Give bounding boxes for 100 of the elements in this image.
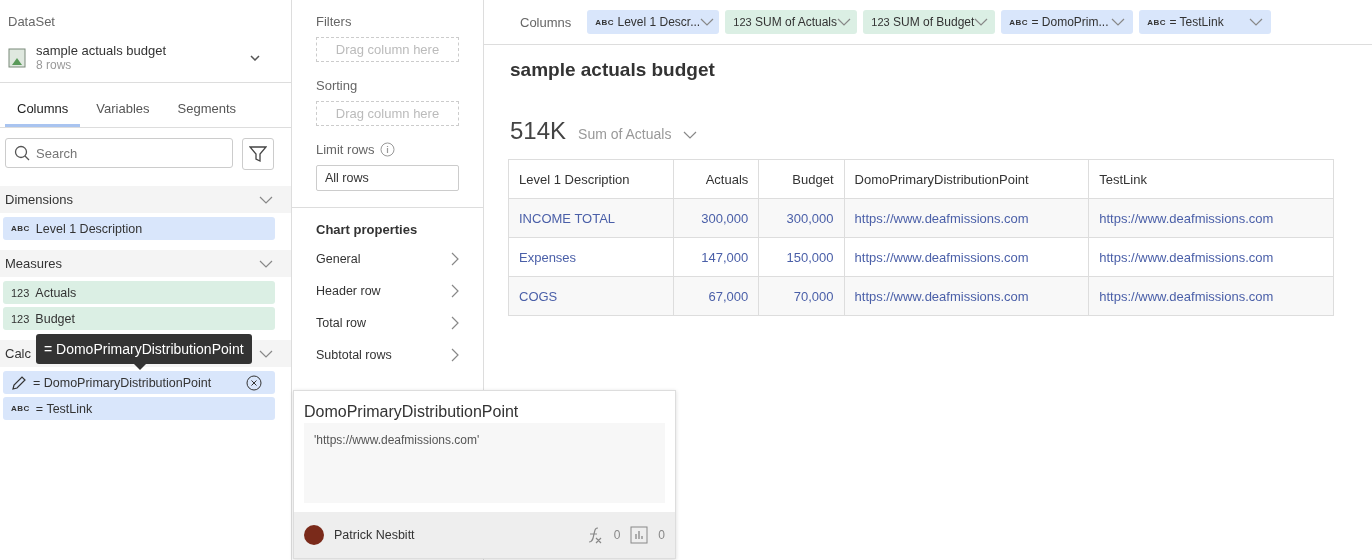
section-label: DataSet (8, 14, 56, 29)
table-cell: COGS (508, 276, 674, 316)
dataset-name: sample actuals budget (36, 43, 168, 58)
columns-label: Columns (520, 14, 572, 30)
tooltip: = DomoPrimaryDistributionPoint (36, 334, 252, 370)
card-count: 0 (658, 528, 665, 542)
column-chip[interactable]: 123 SUM of Budget (863, 10, 996, 34)
type-label: ABC (11, 404, 30, 413)
column-chip[interactable]: ABC = DomoPrim... (1001, 10, 1134, 34)
chevron-icon (451, 348, 459, 362)
property-item[interactable]: Total row (316, 307, 459, 339)
type-label: ABC (595, 17, 615, 27)
table-cell: https://www.deafmissions.com (844, 198, 1089, 238)
limit-rows-label: Limit rows (316, 142, 375, 157)
field-item[interactable]: 123 Actuals (3, 281, 275, 304)
dataset-icon (8, 47, 26, 68)
pencil-icon[interactable] (11, 374, 27, 391)
table-cell: 67,000 (673, 276, 759, 316)
section-title: Calc (5, 346, 31, 361)
field-label: Level 1 Description (35, 221, 143, 236)
field-label: = DomoPrimaryDistributionPoint (33, 375, 212, 390)
column-header[interactable]: TestLink (1088, 159, 1334, 199)
column-header[interactable]: Budget (758, 159, 845, 199)
formula-count: 0 (613, 528, 621, 542)
author-name: Patrick Nesbitt (334, 528, 416, 542)
column-chip[interactable]: ABC = TestLink (1139, 10, 1272, 34)
chart-icon (630, 526, 649, 544)
field-item[interactable]: = DomoPrimaryDistributionPoint (3, 371, 275, 394)
chevron-icon[interactable] (974, 18, 989, 26)
table-cell: Expenses (508, 237, 674, 277)
chip-label: SUM of Budget (893, 15, 975, 29)
chevron-icon[interactable] (259, 195, 273, 204)
avatar (304, 525, 324, 545)
section-title: Measures (5, 256, 63, 271)
type-label: 123 (11, 286, 30, 299)
type-label: 123 (871, 16, 890, 28)
table-cell: https://www.deafmissions.com (1088, 276, 1334, 316)
column-header[interactable]: DomoPrimaryDistributionPoint (844, 159, 1089, 199)
table-cell: 150,000 (758, 237, 845, 277)
chevron-icon[interactable] (837, 18, 852, 26)
table-cell: https://www.deafmissions.com (1088, 198, 1334, 238)
chevron-icon (451, 284, 459, 298)
table-cell: https://www.deafmissions.com (844, 237, 1089, 277)
field-label: Budget (35, 311, 75, 326)
column-chip[interactable]: 123 SUM of Actuals (725, 10, 858, 34)
row-count: 8 rows (36, 58, 73, 72)
chevron-icon (451, 252, 459, 266)
type-label: ABC (1147, 17, 1167, 27)
section-title: Chart properties (316, 222, 419, 237)
column-chip[interactable]: ABC Level 1 Descr... (587, 10, 720, 34)
search-field[interactable]: Search (5, 138, 233, 168)
field-label: Actuals (35, 285, 77, 300)
column-header[interactable]: Actuals (673, 159, 759, 199)
type-label: ABC (1009, 17, 1029, 27)
chip-label: = TestLink (1169, 15, 1224, 29)
type-label: ABC (11, 224, 30, 233)
info-icon[interactable] (379, 142, 395, 157)
property-item[interactable]: General (316, 243, 459, 275)
popup-title: DomoPrimaryDistributionPoint (303, 402, 520, 422)
table-cell: 70,000 (758, 276, 845, 316)
dropdown-icon[interactable] (250, 54, 260, 61)
chip-label: = DomoPrim... (1031, 15, 1109, 29)
dropdown-icon[interactable] (683, 131, 698, 139)
column-header[interactable]: Level 1 Description (508, 159, 674, 199)
table-cell: https://www.deafmissions.com (1088, 237, 1334, 277)
summary-value: 514K (510, 117, 567, 145)
field-item[interactable]: 123 Budget (3, 307, 275, 330)
formula-text: 'https://www.deafmissions.com' (304, 423, 665, 503)
type-label: 123 (733, 16, 752, 28)
table-cell: INCOME TOTAL (508, 198, 674, 238)
property-item[interactable]: Header row (316, 275, 459, 307)
sorting-label: Sorting (316, 78, 359, 93)
field-label: = TestLink (35, 401, 93, 416)
table-cell: https://www.deafmissions.com (844, 276, 1089, 316)
tab[interactable]: Segments (165, 83, 249, 127)
chip-label: SUM of Actuals (755, 15, 838, 29)
chevron-icon[interactable] (700, 18, 715, 26)
chevron-icon[interactable] (1249, 18, 1264, 26)
chevron-icon[interactable] (259, 349, 273, 358)
type-label: 123 (11, 312, 30, 325)
summary-label: Sum of Actuals (578, 126, 672, 142)
chevron-icon (451, 316, 459, 330)
tab[interactable]: Columns (5, 83, 81, 127)
property-item[interactable]: Subtotal rows (316, 339, 459, 371)
filters-label: Filters (316, 14, 353, 29)
table-cell: 147,000 (673, 237, 759, 277)
table-cell: 300,000 (673, 198, 759, 238)
search-icon (14, 145, 30, 161)
filter-button[interactable] (242, 138, 274, 170)
remove-icon[interactable] (246, 374, 262, 391)
chevron-icon[interactable] (1111, 18, 1126, 26)
tab[interactable]: Variables (84, 83, 162, 127)
table-cell: 300,000 (758, 198, 845, 238)
filter-icon (249, 145, 267, 163)
section-title: Dimensions (5, 192, 73, 207)
field-item[interactable]: ABC Level 1 Description (3, 217, 275, 240)
chevron-icon[interactable] (259, 259, 273, 268)
limit-rows-field[interactable]: All rows (316, 165, 459, 191)
field-item[interactable]: ABC = TestLink (3, 397, 275, 420)
chip-label: Level 1 Descr... (617, 15, 701, 29)
